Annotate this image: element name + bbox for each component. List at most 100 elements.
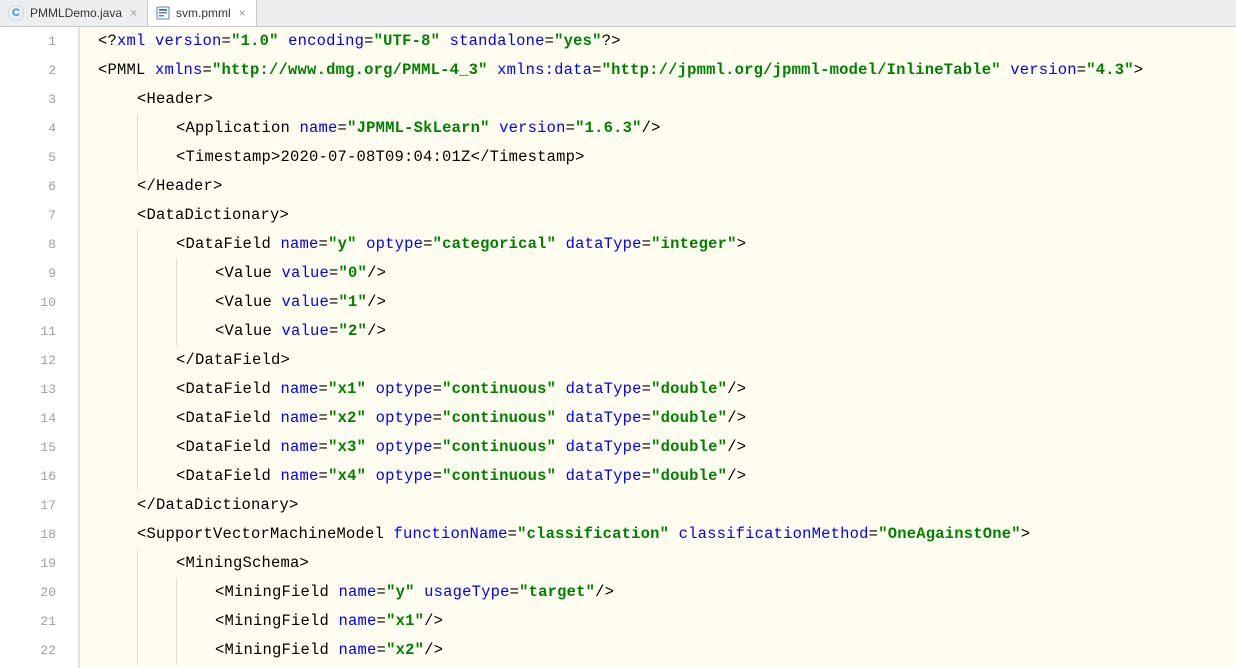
code-token: "4.3" (1086, 61, 1134, 79)
code-token: = (592, 61, 602, 79)
code-token: xmlns (155, 61, 203, 79)
code-line[interactable]: <DataDictionary> (79, 201, 1236, 230)
code-token: = (319, 380, 329, 398)
code-line[interactable]: <DataField name="x4" optype="continuous"… (79, 462, 1236, 491)
code-line[interactable]: <MiningField name="y" usageType="target"… (79, 578, 1236, 607)
code-line[interactable]: </Header> (79, 172, 1236, 201)
line-number: 18 (0, 520, 78, 549)
code-token: /> (727, 380, 746, 398)
code-line[interactable]: <DataField name="x2" optype="continuous"… (79, 404, 1236, 433)
code-token: <Value (215, 322, 282, 340)
indent-guide (137, 462, 139, 491)
code-token: = (329, 322, 339, 340)
code-token: = (319, 235, 329, 253)
code-token: = (508, 525, 518, 543)
code-token: "y" (328, 235, 357, 253)
code-line[interactable]: <Value value="1"/> (79, 288, 1236, 317)
code-token: xml version (117, 32, 222, 50)
code-token: /> (367, 264, 386, 282)
code-line[interactable]: <DataField name="y" optype="categorical"… (79, 230, 1236, 259)
line-number: 2 (0, 56, 78, 85)
indent-guide (137, 259, 139, 288)
code-line[interactable]: <Application name="JPMML-SkLearn" versio… (79, 114, 1236, 143)
code-token: = (377, 641, 387, 659)
line-number: 14 (0, 404, 78, 433)
code-token: "continuous" (442, 438, 556, 456)
code-token: = (377, 583, 387, 601)
code-line[interactable]: <?xml version="1.0" encoding="UTF-8" sta… (79, 27, 1236, 56)
code-token: dataType (556, 380, 642, 398)
code-line[interactable]: <MiningSchema> (79, 549, 1236, 578)
indent-guide (137, 346, 139, 375)
code-line[interactable]: <Value value="0"/> (79, 259, 1236, 288)
code-token: > (737, 235, 747, 253)
code-token: = (642, 380, 652, 398)
editor-tab[interactable]: svm.pmml× (148, 0, 257, 26)
code-line[interactable]: <MiningField name="x2"/> (79, 636, 1236, 665)
editor-tabbar: CPMMLDemo.java×svm.pmml× (0, 0, 1236, 27)
indent-guide (137, 114, 139, 143)
code-token: <DataDictionary> (137, 206, 289, 224)
code-token: dataType (556, 235, 642, 253)
code-token: = (1077, 61, 1087, 79)
code-token: "x4" (328, 467, 366, 485)
code-line[interactable]: <Value value="2"/> (79, 317, 1236, 346)
code-token: "double" (651, 438, 727, 456)
code-token: "continuous" (442, 409, 556, 427)
code-line[interactable]: <Header> (79, 85, 1236, 114)
code-token: optype (366, 467, 433, 485)
line-number: 9 (0, 259, 78, 288)
code-token: dataType (556, 409, 642, 427)
code-token: "http://jpmml.org/jpmml-model/InlineTabl… (602, 61, 1001, 79)
indent-guide (137, 288, 139, 317)
code-line[interactable]: <PMML xmlns="http://www.dmg.org/PMML-4_3… (79, 56, 1236, 85)
tab-label: PMMLDemo.java (30, 6, 122, 20)
code-token: name (281, 235, 319, 253)
code-token: <Value (215, 293, 282, 311)
code-token: = (329, 293, 339, 311)
code-line[interactable]: </DataDictionary> (79, 491, 1236, 520)
code-token: <Header> (137, 90, 213, 108)
indent-guide (176, 288, 178, 317)
close-icon[interactable]: × (130, 7, 137, 19)
code-token: version (1001, 61, 1077, 79)
indent-guide (176, 636, 178, 665)
code-token: <DataField (176, 235, 281, 253)
code-token: "double" (651, 409, 727, 427)
code-token: name (339, 641, 377, 659)
code-editor[interactable]: 12345678910111213141516171819202122 <?xm… (0, 27, 1236, 668)
code-line[interactable]: <SupportVectorMachineModel functionName=… (79, 520, 1236, 549)
code-line[interactable]: <Timestamp>2020-07-08T09:04:01Z</Timesta… (79, 143, 1236, 172)
code-token: /> (367, 293, 386, 311)
line-number: 5 (0, 143, 78, 172)
code-token: "y" (386, 583, 415, 601)
code-line[interactable]: <DataField name="x1" optype="continuous"… (79, 375, 1236, 404)
code-token: dataType (556, 467, 642, 485)
code-token: = (433, 467, 443, 485)
line-number: 11 (0, 317, 78, 346)
indent-guide (137, 404, 139, 433)
code-token: "x3" (328, 438, 366, 456)
line-number: 3 (0, 85, 78, 114)
line-number: 12 (0, 346, 78, 375)
code-token: classificationMethod (669, 525, 869, 543)
code-token: /> (727, 467, 746, 485)
close-icon[interactable]: × (239, 7, 246, 19)
code-token: = (642, 409, 652, 427)
code-line[interactable]: <MiningField name="x1"/> (79, 607, 1236, 636)
line-number: 4 (0, 114, 78, 143)
code-content[interactable]: <?xml version="1.0" encoding="UTF-8" sta… (79, 27, 1236, 668)
code-token: "classification" (517, 525, 669, 543)
code-line[interactable]: </DataField> (79, 346, 1236, 375)
code-line[interactable]: <DataField name="x3" optype="continuous"… (79, 433, 1236, 462)
code-token: "http://www.dmg.org/PMML-4_3" (212, 61, 488, 79)
code-token: value (282, 264, 330, 282)
code-token: <? (98, 32, 117, 50)
editor-tab[interactable]: CPMMLDemo.java× (0, 0, 148, 26)
code-token: = (222, 32, 232, 50)
code-token: value (282, 322, 330, 340)
code-token: = (377, 612, 387, 630)
code-token: /> (424, 641, 443, 659)
indent-guide (137, 433, 139, 462)
line-number: 21 (0, 607, 78, 636)
